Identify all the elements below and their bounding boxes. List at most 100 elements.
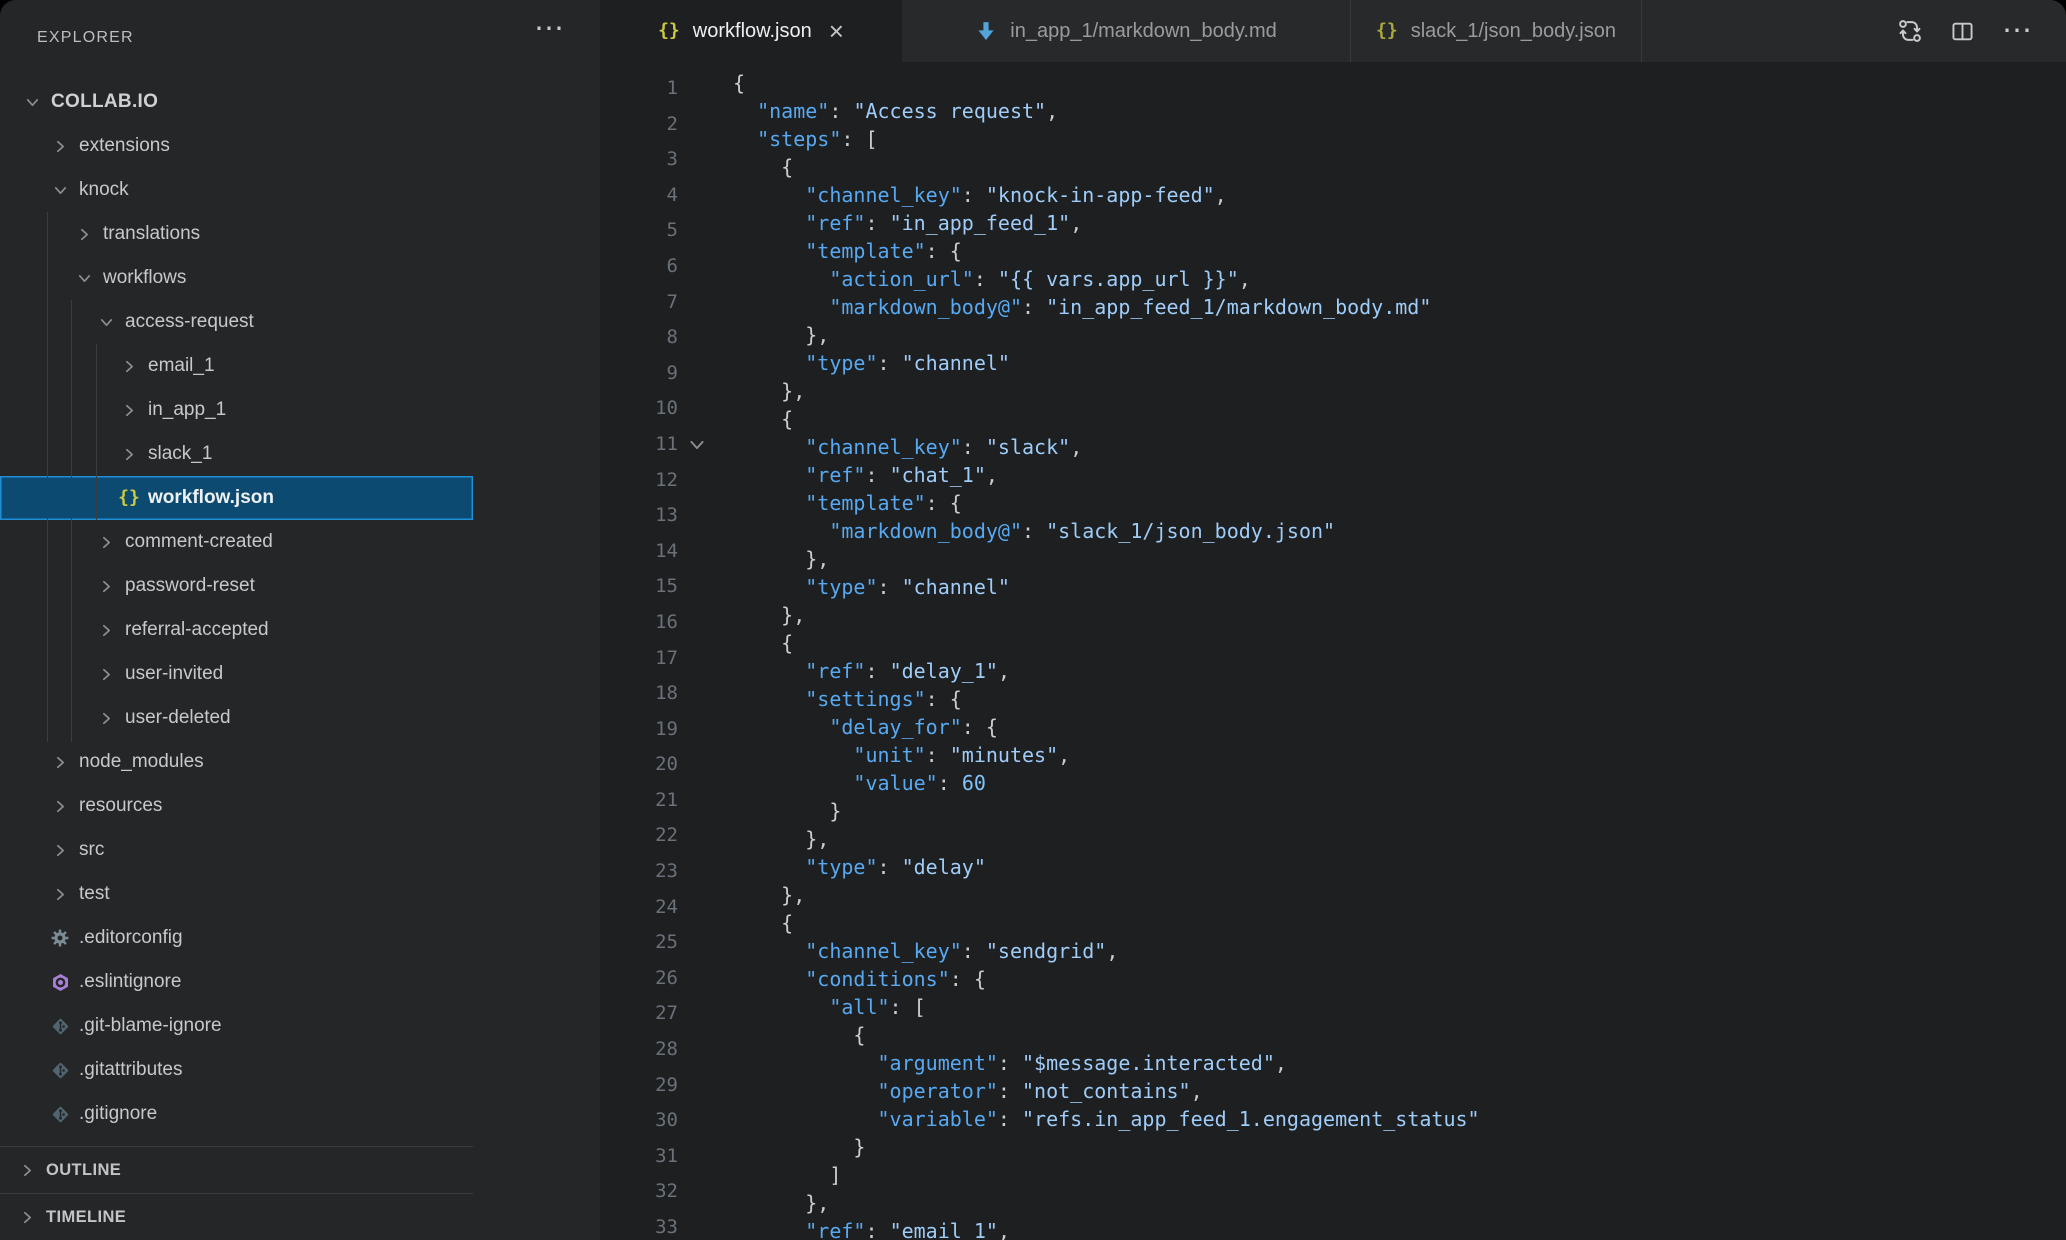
indent-guide — [47, 212, 48, 742]
tree-item-editorconfig[interactable]: .editorconfig — [0, 916, 473, 960]
explorer-sidebar: EXPLORER ⋯ COLLAB.IO extensions knock trans… — [0, 0, 600, 1240]
tree-item-label: node_modules — [79, 751, 204, 772]
tree-item-label: translations — [103, 223, 201, 244]
tree-item-extensions[interactable]: extensions — [0, 124, 473, 168]
code-line: "markdown_body@": "slack_1/json_body.jso… — [829, 519, 1336, 543]
more-actions-icon[interactable]: ⋯ — [2002, 16, 2032, 46]
indent-guide — [71, 300, 72, 742]
tree-item-git-blame-ignore[interactable]: .git-blame-ignore — [0, 1004, 473, 1048]
line-number: 15 — [655, 575, 678, 598]
tree-item-resources[interactable]: resources — [0, 784, 473, 828]
code-line: "type": "channel" — [805, 575, 1010, 599]
tree-item-label: comment-created — [125, 531, 273, 552]
tree-item-gitignore[interactable]: .gitignore — [0, 1092, 473, 1136]
code-line: "template": { — [805, 491, 962, 515]
panel-label: TIMELINE — [46, 1207, 127, 1226]
tree-item-label: src — [79, 839, 105, 860]
line-number: 8 — [666, 326, 678, 349]
line-number: 32 — [655, 1180, 678, 1203]
tree-item-eslintignore[interactable]: .eslintignore — [0, 960, 473, 1004]
tree-item-label: .git-blame-ignore — [79, 1015, 222, 1036]
line-number: 9 — [666, 361, 678, 384]
chevron-right-icon — [46, 886, 74, 903]
tree-item-workflows[interactable]: workflows — [0, 256, 473, 300]
tree-item-node-modules[interactable]: node_modules — [0, 740, 473, 784]
explorer-more-actions-icon[interactable]: ⋯ — [534, 14, 564, 44]
split-editor-icon[interactable] — [1950, 19, 1975, 44]
tree-item-label: user-invited — [125, 663, 224, 684]
tab-slack-1-json-body-json[interactable]: {} slack_1/json_body.json — [1350, 0, 1642, 62]
chevron-down-icon — [46, 182, 74, 199]
chevron-right-icon — [92, 666, 120, 683]
git-file-icon — [46, 1061, 74, 1080]
markdown-icon — [975, 20, 997, 42]
tree-item-src[interactable]: src — [0, 828, 473, 872]
tree-item-label: workflow.json — [148, 487, 274, 508]
tree-item-label: resources — [79, 795, 163, 816]
line-number: 7 — [666, 290, 678, 313]
tree-item-translations[interactable]: translations — [0, 212, 473, 256]
code-content[interactable]: { "name": "Access request", "steps": [ {… — [733, 62, 2066, 1240]
code-line: ] — [733, 1163, 842, 1187]
tree-item-label: password-reset — [125, 575, 255, 596]
code-line: "value": 60 — [853, 771, 986, 795]
tree-item-label: workflows — [103, 267, 187, 288]
code-line: "variable": "refs.in_app_feed_1.engageme… — [877, 1107, 1480, 1131]
line-number: 28 — [655, 1038, 678, 1061]
panel-timeline[interactable]: TIMELINE — [0, 1193, 473, 1240]
code-line: "markdown_body@": "in_app_feed_1/markdow… — [829, 295, 1432, 319]
code-line: "action_url": "{{ vars.app_url }}", — [829, 267, 1251, 291]
tree-item-label: referral-accepted — [125, 619, 269, 640]
tab-in-app-1-markdown-body-md[interactable]: in_app_1/markdown_body.md — [902, 0, 1350, 62]
line-number: 20 — [655, 753, 678, 776]
open-changes-icon[interactable] — [1897, 18, 1923, 44]
close-tab-icon[interactable]: × — [829, 18, 844, 44]
tree-item-label: in_app_1 — [148, 399, 227, 420]
tree-item-test[interactable]: test — [0, 872, 473, 916]
chevron-right-icon — [92, 710, 120, 727]
panel-outline[interactable]: OUTLINE — [0, 1146, 473, 1193]
chevron-down-icon — [18, 94, 46, 111]
code-line: "delay_for": { — [829, 715, 998, 739]
line-number: 11 — [655, 432, 678, 455]
editor[interactable]: 1 2 3 4 5 6 7 8 9 10 11 12 13 14 15 16 17 18 19 20 21 22 23 24 2… — [600, 62, 2066, 1240]
code-line: "conditions": { — [805, 967, 986, 991]
fold-column — [678, 62, 733, 1240]
tree-item-collab-io[interactable]: COLLAB.IO — [0, 80, 473, 124]
line-number: 26 — [655, 966, 678, 989]
git-icon — [51, 1105, 70, 1124]
tree-item-gitattributes[interactable]: .gitattributes — [0, 1048, 473, 1092]
code-line: "steps": [ — [757, 127, 878, 151]
code-line: "all": [ — [829, 995, 926, 1019]
git-file-icon — [46, 1105, 74, 1124]
chevron-right-icon — [92, 622, 120, 639]
code-line: }, — [733, 603, 806, 627]
tree-item-label: .editorconfig — [79, 927, 183, 948]
code-line: }, — [733, 883, 806, 907]
tab-bar: {} workflow.json × in_app_1/markdown_body.m… — [600, 0, 2066, 62]
code-line: } — [733, 799, 842, 823]
tab-workflow-json[interactable]: {} workflow.json × — [600, 0, 902, 62]
panel-label: OUTLINE — [46, 1160, 122, 1179]
editor-group: {} workflow.json × in_app_1/markdown_body.m… — [600, 0, 2066, 1240]
code-line: }, — [733, 547, 830, 571]
chevron-right-icon — [70, 226, 98, 243]
git-icon — [51, 1061, 70, 1080]
tab-label: slack_1/json_body.json — [1410, 19, 1616, 42]
line-number: 14 — [655, 539, 678, 562]
line-number: 33 — [655, 1216, 678, 1238]
code-line: "channel_key": "sendgrid", — [805, 939, 1119, 963]
tree-item-knock[interactable]: knock — [0, 168, 473, 212]
line-number: 13 — [655, 504, 678, 527]
chevron-right-icon — [92, 578, 120, 595]
code-line: { — [733, 155, 794, 179]
fold-chevron-down-icon[interactable] — [687, 435, 707, 460]
code-line: "name": "Access request", — [757, 99, 1059, 123]
indent-guide — [96, 344, 97, 520]
line-number: 21 — [655, 788, 678, 811]
line-number: 27 — [655, 1002, 678, 1025]
code-line: { — [733, 911, 794, 935]
chevron-right-icon — [46, 138, 74, 155]
line-number: 1 — [666, 77, 678, 99]
gear-file-icon — [46, 929, 74, 947]
